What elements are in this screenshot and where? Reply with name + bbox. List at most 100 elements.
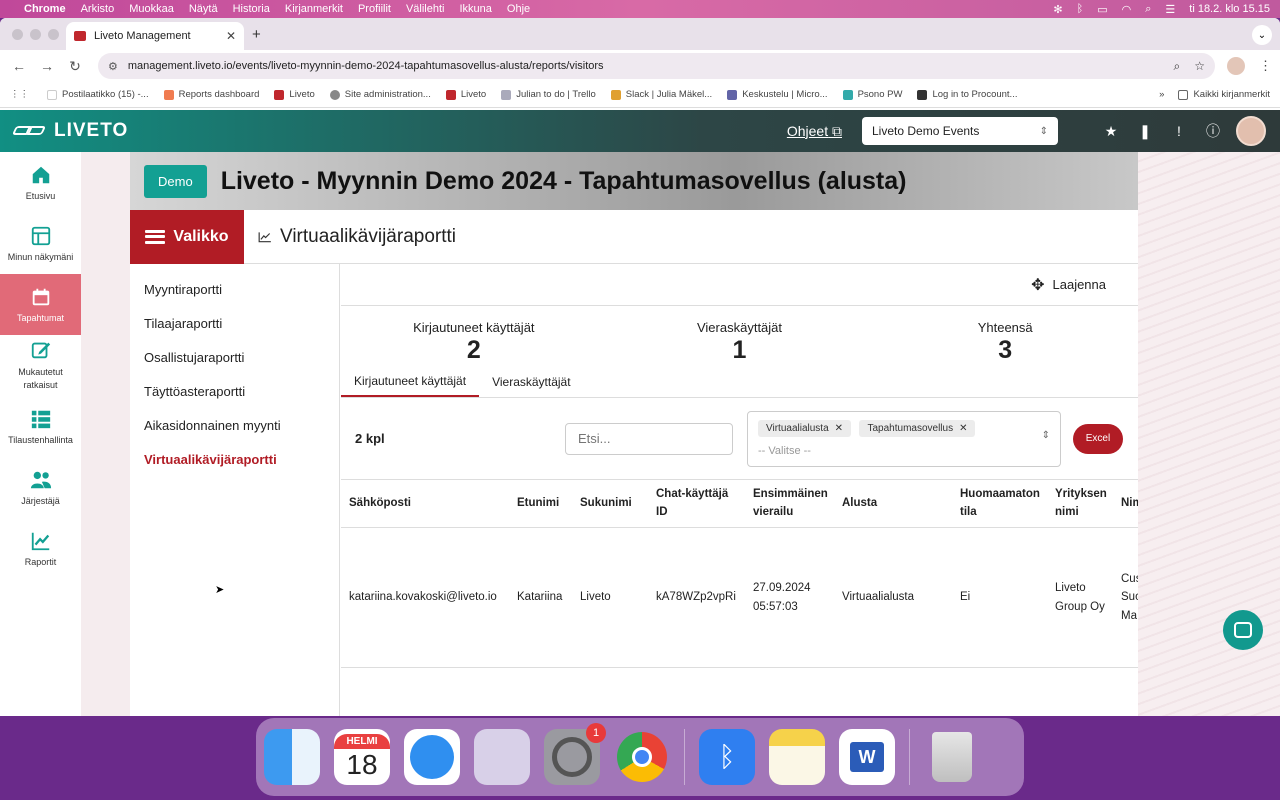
bookmark-item[interactable]: Liveto [445, 89, 486, 100]
report-menu-item[interactable]: Tilaajaraportti [130, 306, 339, 340]
bookmark-item[interactable]: Reports dashboard [163, 89, 259, 100]
battery-icon[interactable]: ▭ [1097, 3, 1107, 16]
column-header[interactable]: Huomaamaton tila [952, 480, 1047, 527]
all-bookmarks-folder[interactable]: Kaikki kirjanmerkit [1178, 89, 1270, 100]
column-header[interactable]: Etunimi [509, 480, 572, 527]
menu-muokkaa[interactable]: Muokkaa [129, 3, 174, 15]
column-header[interactable]: Alusta [834, 480, 952, 527]
spotlight-search-icon[interactable]: ⌕ [1145, 3, 1151, 16]
back-icon[interactable]: ← [8, 58, 30, 74]
remove-chip-icon[interactable]: ✕ [835, 423, 843, 434]
sidebar-item-tilaustenhallinta[interactable]: Tilaustenhallinta [0, 396, 81, 457]
bookmark-item[interactable]: Postilaatikko (15) -... [47, 89, 149, 100]
finder-icon[interactable] [264, 729, 320, 785]
star-icon[interactable]: ★ [1100, 120, 1122, 142]
browser-tab[interactable]: Liveto Management ✕ [66, 22, 244, 50]
bookmark-item[interactable]: Liveto [274, 89, 315, 100]
excel-export-button[interactable]: Excel [1073, 423, 1123, 454]
chrome-icon[interactable] [614, 729, 670, 785]
bookmark-star-icon[interactable]: ☆ [1194, 59, 1205, 74]
help-link[interactable]: Ohjeet ⧉ [787, 123, 842, 140]
menu-app-name[interactable]: Chrome [24, 3, 66, 15]
apps-grid-icon[interactable]: ⋮⋮ [10, 89, 29, 100]
reload-icon[interactable]: ↻ [64, 58, 86, 75]
new-tab-icon[interactable]: + [252, 26, 261, 43]
info-icon[interactable]: ⓘ [1202, 120, 1224, 142]
tab-logged-in-users[interactable]: Kirjautuneet käyttäjät [341, 366, 480, 397]
column-header[interactable]: Sukunimi [572, 480, 648, 527]
zoom-window-button[interactable] [48, 29, 59, 40]
liveto-logo[interactable]: LIVETO [11, 120, 128, 142]
system-settings-icon[interactable]: 1 [544, 723, 606, 785]
bluetooth-app-icon[interactable]: ᛒ [699, 729, 755, 785]
bookmark-icon[interactable]: ❚ [1134, 120, 1156, 142]
sidebar-item-tapahtumat[interactable]: Tapahtumat [0, 274, 81, 335]
dock-separator [909, 729, 910, 785]
report-menu-item[interactable]: Osallistujaraportti [130, 340, 339, 374]
bluetooth-status-icon[interactable]: ᛒ [1077, 3, 1084, 15]
zoom-icon[interactable]: ⌕ [1174, 59, 1181, 74]
menu-nayta[interactable]: Näytä [189, 3, 218, 15]
platform-multiselect[interactable]: Virtuaalialusta ✕ Tapahtumasovellus ✕ -- V… [747, 410, 1061, 467]
control-center-icon[interactable]: ☰ [1165, 3, 1175, 16]
gear-status-icon[interactable]: ✻ [1053, 3, 1062, 16]
bookmark-item[interactable]: Site administration... [329, 89, 431, 100]
column-header[interactable]: Sähköposti [341, 480, 509, 527]
site-info-icon[interactable]: ⚙ [108, 60, 118, 73]
bookmark-item[interactable]: Slack | Julia Mäkel... [610, 89, 712, 100]
menubar-clock[interactable]: ti 18.2. klo 15.15 [1189, 3, 1270, 15]
column-header[interactable]: Yrityksen nimi [1047, 480, 1113, 527]
menu-arkisto[interactable]: Arkisto [81, 3, 115, 15]
feedback-icon[interactable]: ! [1168, 120, 1190, 142]
report-menu-item[interactable]: Täyttöasteraportti [130, 374, 339, 408]
column-header[interactable]: Nim [1113, 480, 1138, 527]
bookmark-item[interactable]: Julian to do | Trello [501, 89, 596, 100]
report-menu-item[interactable]: Myyntiraportti [130, 272, 339, 306]
launchpad-icon[interactable] [474, 729, 530, 785]
bookmark-item[interactable]: Keskustelu | Micro... [727, 89, 828, 100]
menu-ikkuna[interactable]: Ikkuna [460, 3, 492, 15]
menu-profiilit[interactable]: Profiilit [358, 3, 391, 15]
sidebar-item-etusivu[interactable]: Etusivu [0, 152, 81, 213]
wifi-icon[interactable]: ◠ [1122, 3, 1132, 16]
bookmark-item[interactable]: Log in to Procount... [917, 89, 1017, 100]
trash-icon[interactable] [924, 729, 980, 785]
notes-icon[interactable] [769, 729, 825, 785]
word-icon[interactable]: W [839, 729, 895, 785]
browser-menu-icon[interactable]: ⋮ [1259, 58, 1272, 74]
bookmark-item[interactable]: Psono PW [842, 89, 902, 100]
tab-search-chevron-icon[interactable]: ⌄ [1252, 25, 1272, 45]
menu-ohje[interactable]: Ohje [507, 3, 530, 15]
sidebar-item-raportit[interactable]: Raportit [0, 518, 81, 579]
more-bookmarks-icon[interactable]: » [1159, 89, 1164, 100]
sidebar-item-jarjestaja[interactable]: Järjestäjä [0, 457, 81, 518]
profile-avatar[interactable] [1227, 57, 1245, 75]
menu-kirjanmerkit[interactable]: Kirjanmerkit [285, 3, 343, 15]
report-menu-item[interactable]: Aikasidonnainen myynti [130, 408, 339, 442]
column-header[interactable]: Ensimmäinen vierailu [745, 480, 834, 527]
user-avatar[interactable] [1236, 116, 1266, 146]
menu-valilehti[interactable]: Välilehti [406, 3, 445, 15]
column-header[interactable]: Chat-käyttäjä ID [648, 480, 745, 527]
close-tab-icon[interactable]: ✕ [226, 29, 236, 43]
report-menu-item-active[interactable]: Virtuaalikävijäraportti [130, 442, 339, 476]
tab-guest-users[interactable]: Vieraskäyttäjät [479, 366, 584, 397]
menu-button[interactable]: Valikko [130, 209, 244, 264]
chat-support-button[interactable] [1223, 610, 1263, 650]
calendar-app-icon[interactable]: HELMI 18 [334, 729, 390, 785]
sidebar-item-mukautetut[interactable]: Mukautetut ratkaisut [0, 335, 81, 396]
sidebar-item-minun-nakymani[interactable]: Minun näkymäni [0, 213, 81, 274]
remove-chip-icon[interactable]: ✕ [959, 423, 967, 434]
menu-historia[interactable]: Historia [233, 3, 270, 15]
search-input[interactable] [565, 422, 733, 455]
event-select[interactable]: Liveto Demo Events ⇕ [862, 117, 1058, 145]
forward-icon[interactable]: → [36, 58, 58, 74]
expand-button[interactable]: ✥ Laajenna [1031, 275, 1106, 295]
move-arrows-icon: ✥ [1031, 276, 1045, 294]
minimize-window-button[interactable] [30, 29, 41, 40]
close-window-button[interactable] [12, 29, 23, 40]
url-field[interactable]: ⚙ management.liveto.io/events/liveto-myy… [98, 53, 1215, 79]
report-title: Virtuaalikävijäraportti [258, 226, 456, 248]
table-row[interactable]: katariina.kovakoski@liveto.io Katariina … [341, 528, 1138, 668]
safari-icon[interactable] [404, 729, 460, 785]
